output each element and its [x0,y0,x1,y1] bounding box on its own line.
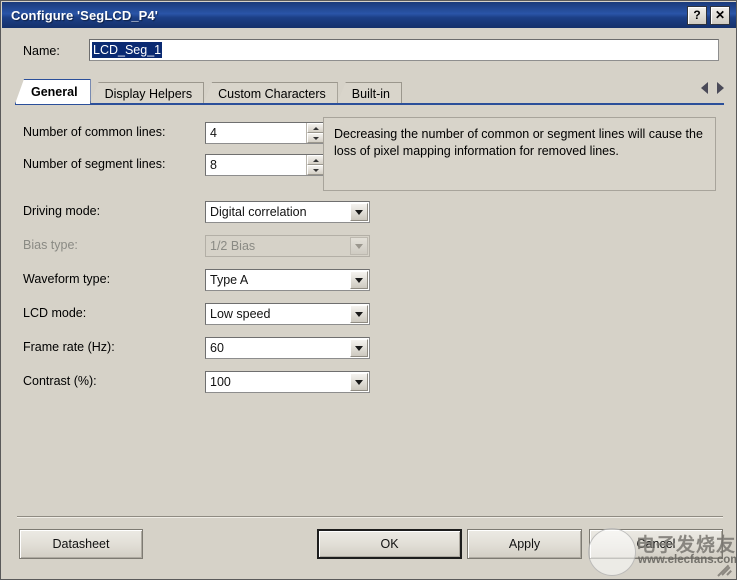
chevron-down-icon [355,243,363,249]
info-box: Decreasing the number of common or segme… [323,117,716,191]
contrast-value: 100 [210,375,231,389]
frame-rate-dropdown-button[interactable] [350,339,368,357]
driving-mode-label: Driving mode: [23,204,101,218]
ok-button[interactable]: OK [317,529,462,559]
waveform-type-select[interactable]: Type A [205,269,370,291]
window-title: Configure 'SegLCD_P4' [11,7,158,23]
tab-built-in[interactable]: Built-in [336,82,402,104]
contrast-label: Contrast (%): [23,374,97,388]
lcd-mode-label: LCD mode: [23,306,87,320]
tab-strip: General Display Helpers Custom Character… [15,79,724,105]
common-lines-row: Number of common lines: 4 [23,122,333,144]
name-input[interactable]: LCD_Seg_1 [89,39,719,61]
name-row: Name: LCD_Seg_1 [1,39,736,65]
common-lines-stepper[interactable]: 4 [205,122,325,144]
title-bar: Configure 'SegLCD_P4' ? ✕ [2,2,736,28]
common-lines-stepper-buttons [306,123,324,143]
frame-rate-value: 60 [210,341,224,355]
segment-lines-increment-button[interactable] [307,155,324,165]
tab-list: General Display Helpers Custom Character… [15,79,724,104]
chevron-down-icon [355,277,363,283]
info-box-text: Decreasing the number of common or segme… [334,127,703,158]
chevron-down-icon [355,379,363,385]
tab-underline [15,103,724,105]
segment-lines-value: 8 [210,158,217,172]
frame-rate-select[interactable]: 60 [205,337,370,359]
driving-mode-select[interactable]: Digital correlation [205,201,370,223]
driving-mode-row: Driving mode: Digital correlation [23,201,373,223]
lcd-mode-row: LCD mode: Low speed [23,303,373,325]
lcd-mode-dropdown-button[interactable] [350,305,368,323]
lcd-mode-select[interactable]: Low speed [205,303,370,325]
contrast-dropdown-button[interactable] [350,373,368,391]
waveform-type-value: Type A [210,273,249,287]
segment-lines-stepper[interactable]: 8 [205,154,325,176]
segment-lines-decrement-button[interactable] [307,165,324,175]
apply-button[interactable]: Apply [467,529,582,559]
waveform-type-dropdown-button[interactable] [350,271,368,289]
general-tab-panel: Number of common lines: 4 Number of segm… [1,106,736,501]
title-bar-buttons: ? ✕ [687,5,736,25]
footer-separator [17,516,723,518]
common-lines-label: Number of common lines: [23,125,166,139]
bias-type-dropdown-button [350,237,368,255]
cancel-button[interactable]: Cancel [589,529,723,559]
tab-display-helpers[interactable]: Display Helpers [89,82,205,104]
triangle-up-icon [312,126,319,130]
resize-grip[interactable] [717,561,734,577]
chevron-down-icon [355,209,363,215]
help-button[interactable]: ? [687,5,707,25]
bias-type-value: 1/2 Bias [210,239,256,253]
close-button[interactable]: ✕ [710,5,730,25]
name-label: Name: [23,44,60,58]
segment-lines-row: Number of segment lines: 8 [23,154,333,176]
next-tab-arrow-icon[interactable] [717,82,724,94]
name-input-value: LCD_Seg_1 [92,42,163,58]
prev-tab-arrow-icon[interactable] [701,82,708,94]
triangle-up-icon [312,158,319,162]
bias-type-row: Bias type: 1/2 Bias [23,235,373,257]
waveform-type-label: Waveform type: [23,272,111,286]
common-lines-increment-button[interactable] [307,123,324,133]
tab-custom-characters[interactable]: Custom Characters [203,82,338,104]
chevron-down-icon [355,311,363,317]
frame-rate-row: Frame rate (Hz): 60 [23,337,373,359]
triangle-down-icon [312,168,319,172]
chevron-down-icon [355,345,363,351]
segment-lines-label: Number of segment lines: [23,157,166,171]
waveform-type-row: Waveform type: Type A [23,269,373,291]
contrast-row: Contrast (%): 100 [23,371,373,393]
datasheet-button[interactable]: Datasheet [19,529,143,559]
triangle-down-icon [312,136,319,140]
tab-nav-buttons [701,82,724,94]
contrast-select[interactable]: 100 [205,371,370,393]
driving-mode-value: Digital correlation [210,205,307,219]
bias-type-label: Bias type: [23,238,78,252]
driving-mode-dropdown-button[interactable] [350,203,368,221]
common-lines-value: 4 [210,126,217,140]
configure-seglcd-dialog: Configure 'SegLCD_P4' ? ✕ Name: LCD_Seg_… [0,0,737,580]
segment-lines-stepper-buttons [306,155,324,175]
common-lines-decrement-button[interactable] [307,133,324,143]
bias-type-select: 1/2 Bias [205,235,370,257]
lcd-mode-value: Low speed [210,307,271,321]
frame-rate-label: Frame rate (Hz): [23,340,115,354]
tab-general[interactable]: General [15,79,91,104]
